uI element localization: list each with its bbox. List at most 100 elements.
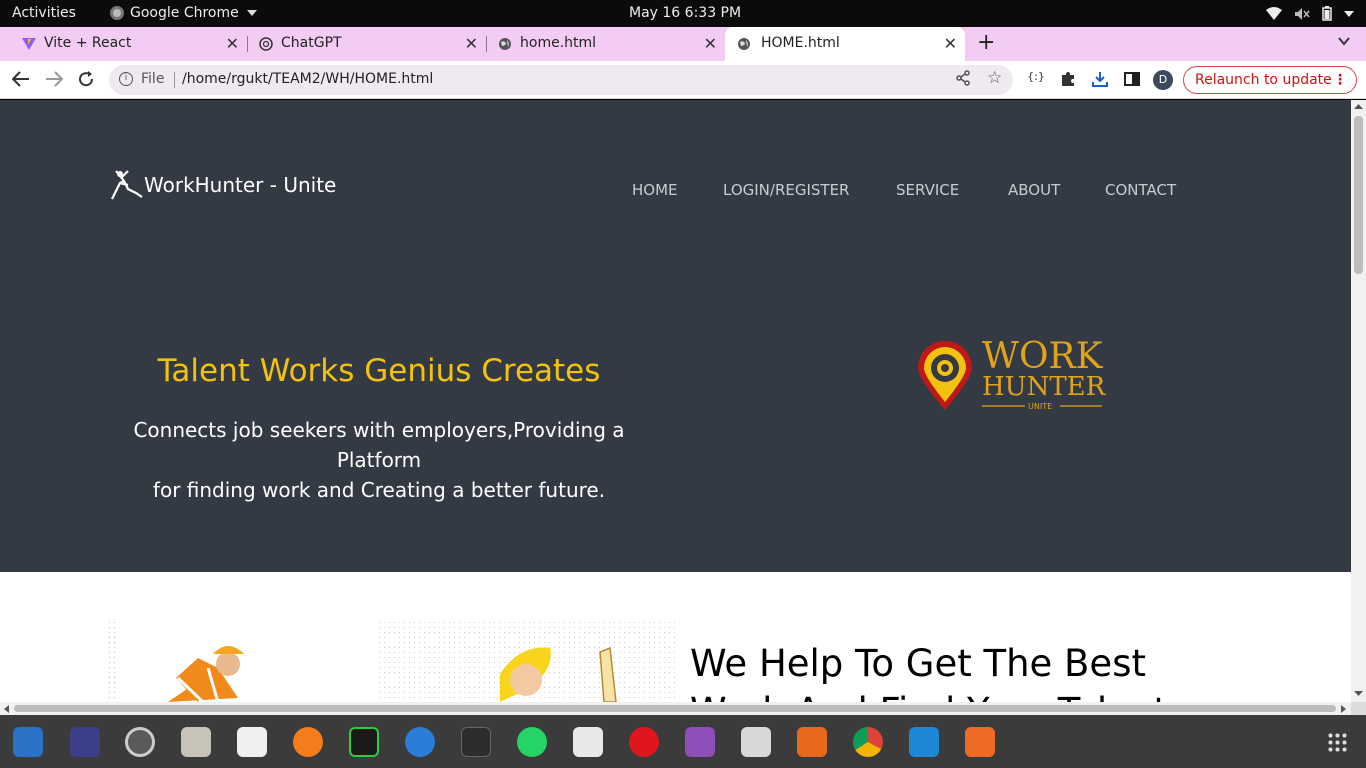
scrollbar-corner xyxy=(1351,702,1366,715)
document-viewer-icon[interactable] xyxy=(573,727,603,757)
info-icon[interactable]: i xyxy=(119,72,133,86)
bookmark-star-icon[interactable]: ☆ xyxy=(987,68,1002,88)
tab-home-active[interactable]: HOME.html ✕ xyxy=(725,27,965,61)
video-icon[interactable] xyxy=(685,727,715,757)
tab-title: HOME.html xyxy=(761,35,840,51)
volume-icon xyxy=(1295,7,1310,20)
help-heading: We Help To Get The Best Work And Find Yo… xyxy=(690,640,1250,702)
terminal-icon[interactable] xyxy=(461,727,491,757)
hero-description-line: for finding work and Creating a better f… xyxy=(152,478,606,502)
nav-service[interactable]: SERVICE xyxy=(896,181,959,199)
chrome-icon[interactable] xyxy=(853,727,883,757)
thunderbird-icon[interactable] xyxy=(405,727,435,757)
activities-button[interactable]: Activities xyxy=(12,5,76,21)
close-icon[interactable]: ✕ xyxy=(944,34,957,53)
whatsapp-icon[interactable] xyxy=(517,727,547,757)
logo-unite-text: UNITE xyxy=(1028,402,1052,411)
nav-about[interactable]: ABOUT xyxy=(1008,181,1060,199)
writer-icon[interactable] xyxy=(13,727,43,757)
vertical-scrollbar[interactable] xyxy=(1351,100,1366,702)
tab-chatgpt[interactable]: ChatGPT ✕ xyxy=(237,27,486,61)
address-bar[interactable]: i File /home/rgukt/TEAM2/WH/HOME.html ☆ xyxy=(109,65,1013,95)
app-menu-label: Google Chrome xyxy=(130,5,239,21)
browser-tab-strip: Vite + React ✕ ChatGPT ✕ home.html ✕ HOM… xyxy=(0,27,1366,61)
settings-icon[interactable] xyxy=(125,727,155,757)
browser-toolbar: i File /home/rgukt/TEAM2/WH/HOME.html ☆ … xyxy=(0,61,1366,99)
hero-description: Connects job seekers with employers,Prov… xyxy=(110,415,648,505)
show-apps-grid-icon[interactable] xyxy=(1327,732,1347,752)
terminal-green-icon[interactable] xyxy=(349,727,379,757)
hero-description-line: Connects job seekers with employers,Prov… xyxy=(133,418,625,472)
chrome-small-icon xyxy=(110,6,124,20)
taskbar-dock xyxy=(0,715,1366,768)
tab-title: ChatGPT xyxy=(281,35,342,51)
more-vert-icon[interactable]: ⋮ xyxy=(1333,67,1347,93)
new-tab-plus-icon[interactable]: + xyxy=(977,30,995,55)
nav-home[interactable]: HOME xyxy=(632,181,678,199)
download-icon[interactable] xyxy=(1091,70,1109,88)
back-arrow-icon[interactable] xyxy=(12,71,30,87)
worker-illustration xyxy=(168,646,244,702)
help-section: We Help To Get The Best Work And Find Yo… xyxy=(0,572,1351,702)
scroll-left-arrow-icon[interactable] xyxy=(3,705,10,713)
image-viewer-icon[interactable] xyxy=(741,727,771,757)
web-page: WorkHunter - Unite HOME LOGIN/REGISTER S… xyxy=(0,100,1351,702)
forward-arrow-icon[interactable] xyxy=(45,71,63,87)
reload-icon[interactable] xyxy=(77,70,95,88)
scrollbar-thumb[interactable] xyxy=(1354,116,1363,274)
app-menu[interactable]: Google Chrome xyxy=(110,5,257,21)
hero-tagline: Talent Works Genius Creates xyxy=(157,353,601,389)
system-tray[interactable] xyxy=(1266,6,1354,21)
vscode-icon[interactable] xyxy=(909,727,939,757)
texstudio-icon[interactable] xyxy=(70,727,100,757)
chevron-down-icon[interactable] xyxy=(1337,34,1351,48)
wifi-icon xyxy=(1266,6,1282,20)
battery-icon xyxy=(1322,6,1332,21)
engineer-illustration xyxy=(500,646,617,702)
scheme-label: File xyxy=(141,71,165,87)
hunter-figure-icon xyxy=(111,170,143,200)
vite-icon xyxy=(22,38,36,50)
chatgpt-icon xyxy=(259,37,273,51)
tab-title: home.html xyxy=(520,35,597,51)
system-top-bar: Activities Google Chrome May 16 6:33 PM xyxy=(0,0,1366,27)
profile-avatar[interactable]: D xyxy=(1153,70,1173,90)
alert-icon[interactable] xyxy=(629,727,659,757)
puzzle-icon[interactable] xyxy=(1059,70,1077,88)
logo-work-text: WORK xyxy=(982,336,1104,377)
relaunch-label: Relaunch to update xyxy=(1195,72,1332,88)
nav-login-register[interactable]: LOGIN/REGISTER xyxy=(723,181,849,199)
nav-contact[interactable]: CONTACT xyxy=(1105,181,1176,199)
presentation-icon[interactable] xyxy=(797,727,827,757)
caret-down-icon xyxy=(246,10,257,16)
scroll-right-arrow-icon[interactable] xyxy=(1340,705,1347,713)
caret-down-icon xyxy=(1344,10,1354,17)
url-text[interactable]: /home/rgukt/TEAM2/WH/HOME.html xyxy=(182,71,433,87)
scroll-down-arrow-icon[interactable] xyxy=(1354,690,1363,697)
globe-icon xyxy=(738,38,750,50)
extension-json-icon[interactable]: {:} xyxy=(1027,70,1045,88)
files-icon[interactable] xyxy=(181,727,211,757)
logo-hunter-text: HUNTER xyxy=(982,372,1107,402)
site-logo[interactable]: WorkHunter - Unite xyxy=(110,169,336,201)
side-panel-icon[interactable] xyxy=(1123,70,1141,88)
brand-name: WorkHunter - Unite xyxy=(144,173,337,197)
help-heading-line: Work And Find Your Talent xyxy=(690,688,1250,702)
tab-vite-react[interactable]: Vite + React ✕ xyxy=(0,27,247,61)
text-editor-icon[interactable] xyxy=(237,727,267,757)
horizontal-scrollbar[interactable] xyxy=(0,702,1351,715)
relaunch-button[interactable]: Relaunch to update ⋮ xyxy=(1183,66,1357,94)
workhunter-logo-image: WORK HUNTER UNITE xyxy=(918,336,1107,411)
app-store-icon[interactable] xyxy=(965,727,995,757)
help-heading-line: We Help To Get The Best xyxy=(690,642,1146,685)
tab-title: Vite + React xyxy=(44,35,132,51)
hero-section: WorkHunter - Unite HOME LOGIN/REGISTER S… xyxy=(0,100,1351,572)
close-icon[interactable]: ✕ xyxy=(704,34,717,53)
scrollbar-thumb[interactable] xyxy=(14,705,1336,712)
firefox-icon[interactable] xyxy=(293,727,323,757)
scroll-up-arrow-icon[interactable] xyxy=(1354,103,1363,110)
share-icon[interactable] xyxy=(955,70,971,86)
clock[interactable]: May 16 6:33 PM xyxy=(629,5,741,21)
tab-home-lower[interactable]: home.html ✕ xyxy=(476,27,725,61)
divider xyxy=(174,72,175,88)
